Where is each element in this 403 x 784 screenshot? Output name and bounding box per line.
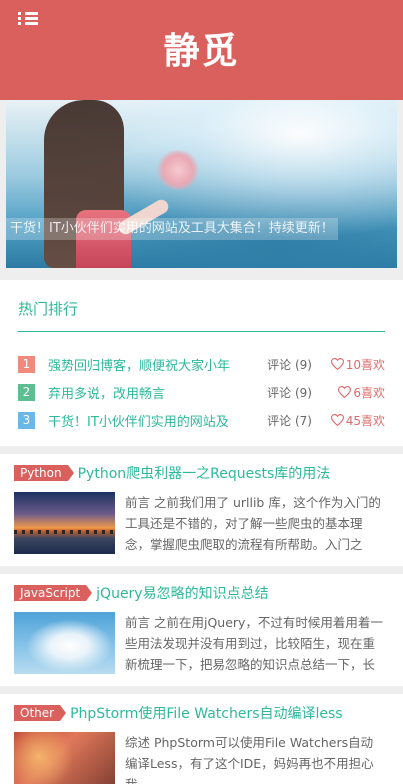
hot-item[interactable]: 2 弃用多说，改用畅言 评论 (9) 6喜欢	[18, 378, 385, 406]
article-thumbnail[interactable]	[14, 492, 115, 554]
category-tag[interactable]: JavaScript	[14, 585, 93, 601]
hot-item-title[interactable]: 干货！IT小伙伴们实用的网站及	[48, 411, 244, 430]
heart-icon	[338, 386, 352, 398]
category-tag[interactable]: Python	[14, 465, 74, 481]
article-thumbnail[interactable]	[14, 732, 115, 784]
rank-badge: 1	[18, 355, 35, 373]
article-header: Other PhpStorm使用File Watchers自动编译less	[14, 704, 385, 722]
banner-caption[interactable]: 干货！IT小伙伴们实用的网站及工具大集合！持续更新！	[6, 218, 338, 240]
comment-count: 评论 (9)	[267, 357, 312, 372]
article-excerpt: 综述 PhpStorm可以使用File Watchers自动编译Less，有了这…	[125, 735, 374, 784]
comment-count: 评论 (7)	[267, 413, 312, 428]
article-card: JavaScript jQuery易忽略的知识点总结 前言 之前在用jQuery…	[0, 574, 403, 686]
site-title[interactable]: 静觅	[0, 22, 403, 74]
hot-item-title[interactable]: 弃用多说，改用畅言	[48, 383, 244, 402]
article-title[interactable]: jQuery易忽略的知识点总结	[96, 583, 268, 603]
category-tag[interactable]: Other	[14, 705, 67, 721]
heart-icon	[330, 358, 344, 370]
article-body: 前言 之前我们用了 urllib 库，这个作为入门的工具还是不错的，对了解一些爬…	[14, 492, 385, 555]
heart-icon	[330, 414, 344, 426]
article-body: 前言 之前在用jQuery，不过有时候用着用着一些用法发现并没有用到过，比较陌生…	[14, 612, 385, 675]
site-header: 静觅	[0, 0, 403, 100]
article-title[interactable]: Python爬虫利器一之Requests库的用法	[78, 463, 331, 483]
article-card: Other PhpStorm使用File Watchers自动编译less 综述…	[0, 694, 403, 784]
rank-badge: 3	[18, 411, 35, 429]
comment-count: 评论 (9)	[267, 385, 312, 400]
like-count-label: 10喜欢	[345, 357, 385, 372]
hot-ranking-list: 1 强势回归博客，顺便祝大家小年 评论 (9) 10喜欢 2 弃用多说，改用畅言…	[18, 350, 385, 434]
like-count[interactable]: 6喜欢	[338, 384, 385, 401]
like-count-label: 45喜欢	[345, 413, 385, 428]
rank-badge: 2	[18, 383, 35, 401]
featured-banner[interactable]: 干货！IT小伙伴们实用的网站及工具大集合！持续更新！	[6, 100, 397, 268]
article-excerpt: 前言 之前我们用了 urllib 库，这个作为入门的工具还是不错的，对了解一些爬…	[125, 495, 381, 552]
like-count-label: 6喜欢	[353, 385, 385, 400]
hot-ranking-title: 热门排行	[18, 298, 385, 332]
banner-flowers	[156, 150, 200, 190]
article-header: Python Python爬虫利器一之Requests库的用法	[14, 464, 385, 482]
like-count[interactable]: 45喜欢	[330, 412, 385, 429]
hot-ranking-panel: 热门排行 1 强势回归博客，顺便祝大家小年 评论 (9) 10喜欢 2 弃用多说…	[0, 280, 403, 446]
article-excerpt: 前言 之前在用jQuery，不过有时候用着用着一些用法发现并没有用到过，比较陌生…	[125, 615, 383, 672]
article-header: JavaScript jQuery易忽略的知识点总结	[14, 584, 385, 602]
article-title[interactable]: PhpStorm使用File Watchers自动编译less	[70, 703, 343, 723]
hot-item[interactable]: 1 强势回归博客，顺便祝大家小年 评论 (9) 10喜欢	[18, 350, 385, 378]
hot-item[interactable]: 3 干货！IT小伙伴们实用的网站及 评论 (7) 45喜欢	[18, 406, 385, 434]
like-count[interactable]: 10喜欢	[330, 356, 385, 373]
hot-item-title[interactable]: 强势回归博客，顺便祝大家小年	[48, 355, 244, 374]
article-body: 综述 PhpStorm可以使用File Watchers自动编译Less，有了这…	[14, 732, 385, 784]
article-card: Python Python爬虫利器一之Requests库的用法 前言 之前我们用…	[0, 454, 403, 566]
article-thumbnail[interactable]	[14, 612, 115, 674]
